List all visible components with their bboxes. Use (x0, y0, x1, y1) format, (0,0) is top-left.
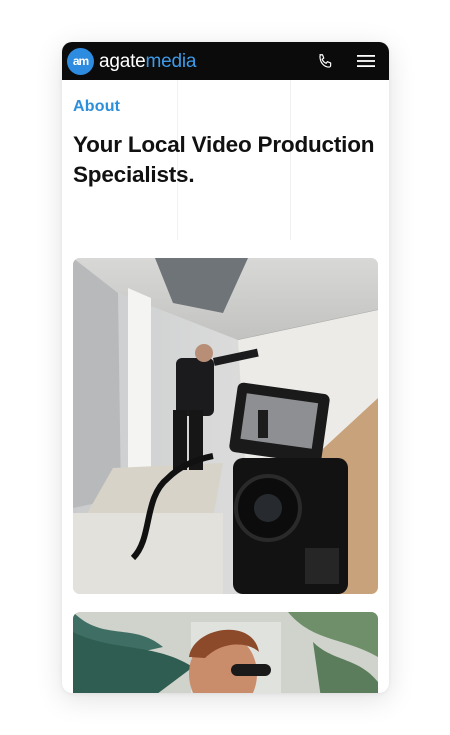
header-actions (314, 50, 389, 72)
section-eyebrow: About (73, 98, 121, 115)
logo-word-secondary: media (145, 50, 197, 72)
hamburger-menu-icon[interactable] (355, 50, 377, 72)
logo-wordmark: agatemedia (99, 52, 196, 71)
logo-mark-icon: am (67, 47, 94, 75)
section-heading: Your Local Video Production Specialists. (73, 132, 375, 187)
site-logo[interactable]: am agatemedia (67, 47, 196, 75)
about-section: About Your Local Video Production Specia… (62, 80, 389, 693)
photo-camera-filming-painter (73, 258, 378, 594)
mobile-viewport: am agatemedia About Your Local Video Pro… (62, 42, 389, 693)
photo-man-with-sunglasses-plants (73, 612, 378, 693)
logo-word-primary: agate (99, 50, 146, 72)
phone-icon[interactable] (314, 50, 336, 72)
site-header: am agatemedia (62, 42, 389, 80)
